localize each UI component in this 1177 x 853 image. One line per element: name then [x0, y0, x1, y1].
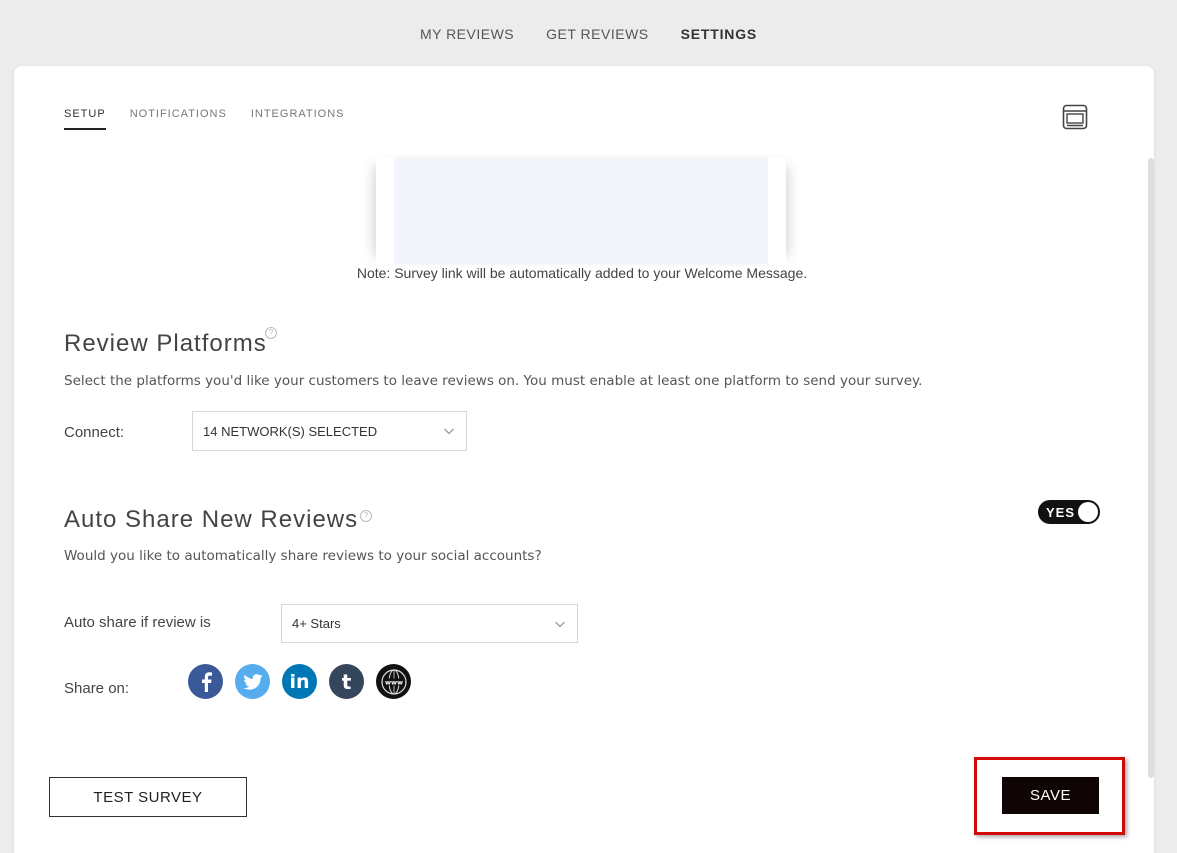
chevron-down-icon — [444, 428, 454, 435]
tab-setup[interactable]: SETUP — [64, 108, 106, 130]
scrollbar[interactable] — [1148, 158, 1154, 778]
auto-share-toggle[interactable]: YES — [1038, 500, 1100, 524]
share-on-label: Share on: — [64, 680, 130, 697]
tab-integrations[interactable]: INTEGRATIONS — [251, 108, 345, 130]
auto-share-description: Would you like to automatically share re… — [64, 548, 542, 564]
toggle-label: YES — [1046, 504, 1076, 520]
review-platforms-description: Select the platforms you'd like your cus… — [64, 373, 923, 389]
help-icon[interactable]: ? — [265, 327, 277, 339]
twitter-icon[interactable] — [235, 664, 270, 699]
help-icon[interactable]: ? — [360, 510, 372, 522]
survey-preview-content — [394, 158, 768, 264]
svg-text:www: www — [384, 678, 402, 686]
star-rating-select[interactable]: 4+ Stars — [281, 604, 578, 643]
toggle-knob — [1078, 502, 1098, 522]
tumblr-icon[interactable]: t — [329, 664, 364, 699]
linkedin-icon[interactable]: in — [282, 664, 317, 699]
share-networks: in t www — [188, 664, 411, 699]
connect-label: Connect: — [64, 424, 125, 441]
auto-share-rule-label: Auto share if review is — [64, 614, 211, 631]
browser-preview-icon[interactable] — [1062, 104, 1088, 130]
chevron-down-icon — [555, 621, 565, 628]
top-navigation: MY REVIEWS GET REVIEWS SETTINGS — [0, 0, 1177, 66]
settings-card: SETUP NOTIFICATIONS INTEGRATIONS Note: S… — [14, 66, 1154, 853]
settings-subtabs: SETUP NOTIFICATIONS INTEGRATIONS — [64, 108, 345, 130]
nav-my-reviews[interactable]: MY REVIEWS — [420, 26, 514, 42]
review-platforms-title: Review Platforms — [64, 330, 267, 357]
networks-select-value: 14 NETWORK(S) SELECTED — [203, 423, 378, 439]
networks-select[interactable]: 14 NETWORK(S) SELECTED — [192, 411, 467, 451]
nav-settings[interactable]: SETTINGS — [681, 26, 757, 42]
survey-preview — [376, 158, 786, 264]
website-icon[interactable]: www — [376, 664, 411, 699]
facebook-icon[interactable] — [188, 664, 223, 699]
star-rating-select-value: 4+ Stars — [292, 616, 341, 631]
save-button[interactable]: SAVE — [1002, 777, 1099, 814]
test-survey-button[interactable]: TEST SURVEY — [49, 777, 247, 817]
survey-link-note: Note: Survey link will be automatically … — [356, 265, 808, 281]
tab-notifications[interactable]: NOTIFICATIONS — [130, 108, 227, 130]
auto-share-title: Auto Share New Reviews — [64, 506, 359, 533]
nav-get-reviews[interactable]: GET REVIEWS — [546, 26, 648, 42]
